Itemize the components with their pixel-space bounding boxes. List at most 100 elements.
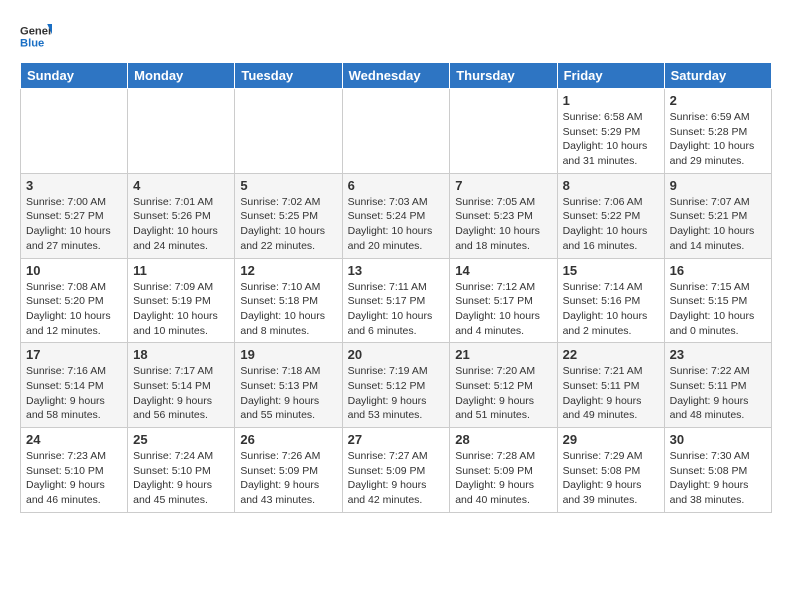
day-number: 28 (455, 432, 551, 447)
day-info: Sunrise: 7:01 AM Sunset: 5:26 PM Dayligh… (133, 195, 229, 254)
weekday-header: Monday (128, 63, 235, 89)
day-info: Sunrise: 7:21 AM Sunset: 5:11 PM Dayligh… (563, 364, 659, 423)
calendar-cell: 19 Sunrise: 7:18 AM Sunset: 5:13 PM Dayli… (235, 343, 342, 428)
day-number: 5 (240, 178, 336, 193)
day-info: Sunrise: 7:22 AM Sunset: 5:11 PM Dayligh… (670, 364, 766, 423)
weekday-header: Sunday (21, 63, 128, 89)
day-info: Sunrise: 7:10 AM Sunset: 5:18 PM Dayligh… (240, 280, 336, 339)
calendar-cell: 6 Sunrise: 7:03 AM Sunset: 5:24 PM Daylig… (342, 173, 450, 258)
day-info: Sunrise: 7:26 AM Sunset: 5:09 PM Dayligh… (240, 449, 336, 508)
day-number: 27 (348, 432, 445, 447)
day-info: Sunrise: 7:11 AM Sunset: 5:17 PM Dayligh… (348, 280, 445, 339)
calendar-cell: 9 Sunrise: 7:07 AM Sunset: 5:21 PM Daylig… (664, 173, 771, 258)
day-number: 25 (133, 432, 229, 447)
day-number: 13 (348, 263, 445, 278)
weekday-header: Wednesday (342, 63, 450, 89)
day-number: 6 (348, 178, 445, 193)
day-info: Sunrise: 7:14 AM Sunset: 5:16 PM Dayligh… (563, 280, 659, 339)
day-info: Sunrise: 7:00 AM Sunset: 5:27 PM Dayligh… (26, 195, 122, 254)
calendar-cell: 26 Sunrise: 7:26 AM Sunset: 5:09 PM Dayli… (235, 428, 342, 513)
day-number: 17 (26, 347, 122, 362)
day-info: Sunrise: 6:59 AM Sunset: 5:28 PM Dayligh… (670, 110, 766, 169)
day-info: Sunrise: 7:28 AM Sunset: 5:09 PM Dayligh… (455, 449, 551, 508)
day-number: 26 (240, 432, 336, 447)
day-info: Sunrise: 6:58 AM Sunset: 5:29 PM Dayligh… (563, 110, 659, 169)
svg-text:General: General (20, 25, 52, 37)
weekday-header: Thursday (450, 63, 557, 89)
day-info: Sunrise: 7:17 AM Sunset: 5:14 PM Dayligh… (133, 364, 229, 423)
day-number: 1 (563, 93, 659, 108)
day-number: 8 (563, 178, 659, 193)
calendar-cell: 4 Sunrise: 7:01 AM Sunset: 5:26 PM Daylig… (128, 173, 235, 258)
calendar-week-row: 24Sunrise: 7:23 AM Sunset: 5:10 PM Dayli… (21, 428, 772, 513)
day-number: 22 (563, 347, 659, 362)
calendar-cell: 27 Sunrise: 7:27 AM Sunset: 5:09 PM Dayli… (342, 428, 450, 513)
calendar-cell: 3 Sunrise: 7:00 AM Sunset: 5:27 PM Daylig… (21, 173, 128, 258)
day-number: 9 (670, 178, 766, 193)
calendar-cell: 5 Sunrise: 7:02 AM Sunset: 5:25 PM Daylig… (235, 173, 342, 258)
calendar-cell: 8Sunrise: 7:06 AM Sunset: 5:22 PM Daylig… (557, 173, 664, 258)
day-number: 12 (240, 263, 336, 278)
day-number: 15 (563, 263, 659, 278)
day-info: Sunrise: 7:07 AM Sunset: 5:21 PM Dayligh… (670, 195, 766, 254)
calendar-cell: 23 Sunrise: 7:22 AM Sunset: 5:11 PM Dayli… (664, 343, 771, 428)
calendar-cell: 15 Sunrise: 7:14 AM Sunset: 5:16 PM Dayli… (557, 258, 664, 343)
day-info: Sunrise: 7:20 AM Sunset: 5:12 PM Dayligh… (455, 364, 551, 423)
calendar-cell: 2Sunrise: 6:59 AM Sunset: 5:28 PM Daylig… (664, 89, 771, 174)
calendar-table: SundayMondayTuesdayWednesdayThursdayFrid… (20, 62, 772, 513)
day-number: 18 (133, 347, 229, 362)
weekday-header: Saturday (664, 63, 771, 89)
day-info: Sunrise: 7:24 AM Sunset: 5:10 PM Dayligh… (133, 449, 229, 508)
weekday-header-row: SundayMondayTuesdayWednesdayThursdayFrid… (21, 63, 772, 89)
day-number: 14 (455, 263, 551, 278)
calendar-cell: 14 Sunrise: 7:12 AM Sunset: 5:17 PM Dayli… (450, 258, 557, 343)
logo: GeneralBlue (20, 20, 52, 52)
day-info: Sunrise: 7:03 AM Sunset: 5:24 PM Dayligh… (348, 195, 445, 254)
day-info: Sunrise: 7:18 AM Sunset: 5:13 PM Dayligh… (240, 364, 336, 423)
day-number: 19 (240, 347, 336, 362)
calendar-cell: 24Sunrise: 7:23 AM Sunset: 5:10 PM Dayli… (21, 428, 128, 513)
calendar-cell: 16 Sunrise: 7:15 AM Sunset: 5:15 PM Dayli… (664, 258, 771, 343)
calendar-cell: 10 Sunrise: 7:08 AM Sunset: 5:20 PM Dayli… (21, 258, 128, 343)
calendar-cell: 17 Sunrise: 7:16 AM Sunset: 5:14 PM Dayli… (21, 343, 128, 428)
calendar-week-row: 3 Sunrise: 7:00 AM Sunset: 5:27 PM Daylig… (21, 173, 772, 258)
day-number: 16 (670, 263, 766, 278)
day-number: 21 (455, 347, 551, 362)
day-number: 30 (670, 432, 766, 447)
day-info: Sunrise: 7:12 AM Sunset: 5:17 PM Dayligh… (455, 280, 551, 339)
day-number: 23 (670, 347, 766, 362)
day-number: 29 (563, 432, 659, 447)
day-number: 11 (133, 263, 229, 278)
day-info: Sunrise: 7:09 AM Sunset: 5:19 PM Dayligh… (133, 280, 229, 339)
calendar-cell (342, 89, 450, 174)
day-info: Sunrise: 7:29 AM Sunset: 5:08 PM Dayligh… (563, 449, 659, 508)
day-number: 7 (455, 178, 551, 193)
calendar-cell: 30 Sunrise: 7:30 AM Sunset: 5:08 PM Dayli… (664, 428, 771, 513)
calendar-cell: 25 Sunrise: 7:24 AM Sunset: 5:10 PM Dayli… (128, 428, 235, 513)
day-number: 4 (133, 178, 229, 193)
calendar-cell: 29 Sunrise: 7:29 AM Sunset: 5:08 PM Dayli… (557, 428, 664, 513)
calendar-cell (235, 89, 342, 174)
calendar-cell: 21 Sunrise: 7:20 AM Sunset: 5:12 PM Dayli… (450, 343, 557, 428)
day-info: Sunrise: 7:19 AM Sunset: 5:12 PM Dayligh… (348, 364, 445, 423)
calendar-week-row: 10 Sunrise: 7:08 AM Sunset: 5:20 PM Dayli… (21, 258, 772, 343)
calendar-cell: 20Sunrise: 7:19 AM Sunset: 5:12 PM Dayli… (342, 343, 450, 428)
day-number: 10 (26, 263, 122, 278)
day-info: Sunrise: 7:15 AM Sunset: 5:15 PM Dayligh… (670, 280, 766, 339)
day-info: Sunrise: 7:08 AM Sunset: 5:20 PM Dayligh… (26, 280, 122, 339)
day-info: Sunrise: 7:30 AM Sunset: 5:08 PM Dayligh… (670, 449, 766, 508)
day-info: Sunrise: 7:16 AM Sunset: 5:14 PM Dayligh… (26, 364, 122, 423)
logo-icon: GeneralBlue (20, 20, 52, 52)
svg-text:Blue: Blue (20, 37, 44, 49)
calendar-week-row: 1 Sunrise: 6:58 AM Sunset: 5:29 PM Daylig… (21, 89, 772, 174)
calendar-week-row: 17 Sunrise: 7:16 AM Sunset: 5:14 PM Dayli… (21, 343, 772, 428)
calendar-cell: 7Sunrise: 7:05 AM Sunset: 5:23 PM Daylig… (450, 173, 557, 258)
calendar-cell (128, 89, 235, 174)
calendar-cell (21, 89, 128, 174)
calendar-cell (450, 89, 557, 174)
calendar-cell: 18 Sunrise: 7:17 AM Sunset: 5:14 PM Dayli… (128, 343, 235, 428)
day-info: Sunrise: 7:02 AM Sunset: 5:25 PM Dayligh… (240, 195, 336, 254)
calendar-cell: 22 Sunrise: 7:21 AM Sunset: 5:11 PM Dayli… (557, 343, 664, 428)
day-number: 3 (26, 178, 122, 193)
day-info: Sunrise: 7:27 AM Sunset: 5:09 PM Dayligh… (348, 449, 445, 508)
